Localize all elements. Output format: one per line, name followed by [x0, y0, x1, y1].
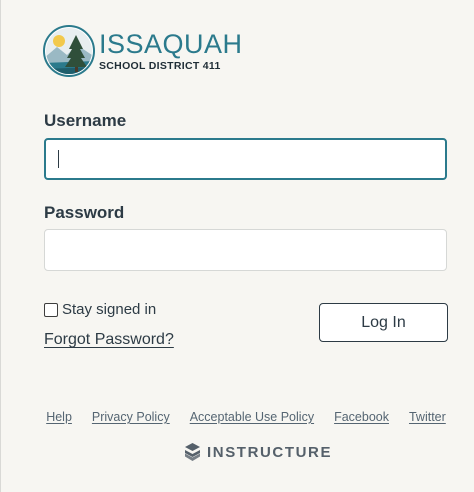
username-input[interactable]	[44, 138, 447, 180]
password-label: Password	[44, 203, 125, 222]
district-subtitle: SCHOOL DISTRICT 411	[99, 59, 221, 72]
footer-links: Help Privacy Policy Acceptable Use Polic…	[1, 410, 474, 424]
footer-link-acceptable-use-policy[interactable]: Acceptable Use Policy	[190, 410, 314, 424]
footer-link-help[interactable]: Help	[46, 410, 72, 424]
stay-signed-in-row: Stay signed in	[44, 301, 156, 318]
instructure-brand[interactable]: INSTRUCTURE	[185, 443, 332, 461]
stay-signed-in-label[interactable]: Stay signed in	[62, 301, 156, 318]
username-label: Username	[44, 111, 127, 130]
tree-lake-emblem-icon	[43, 25, 95, 77]
footer-link-facebook[interactable]: Facebook	[334, 410, 389, 424]
password-input[interactable]	[44, 229, 447, 271]
district-logo: ISSAQUAH SCHOOL DISTRICT 411	[43, 24, 243, 78]
forgot-password-link[interactable]: Forgot Password?	[44, 331, 174, 349]
log-in-button[interactable]: Log In	[319, 303, 448, 342]
stay-signed-in-checkbox[interactable]	[44, 302, 58, 317]
district-name: ISSAQUAH	[99, 28, 243, 59]
footer-link-privacy-policy[interactable]: Privacy Policy	[92, 410, 170, 424]
footer-link-twitter[interactable]: Twitter	[409, 410, 446, 424]
text-caret	[58, 150, 59, 168]
logo-text: ISSAQUAH SCHOOL DISTRICT 411	[99, 28, 243, 72]
instructure-logo-icon	[185, 443, 200, 461]
instructure-label: INSTRUCTURE	[207, 443, 333, 461]
login-page: ISSAQUAH SCHOOL DISTRICT 411 Username Pa…	[0, 0, 474, 492]
